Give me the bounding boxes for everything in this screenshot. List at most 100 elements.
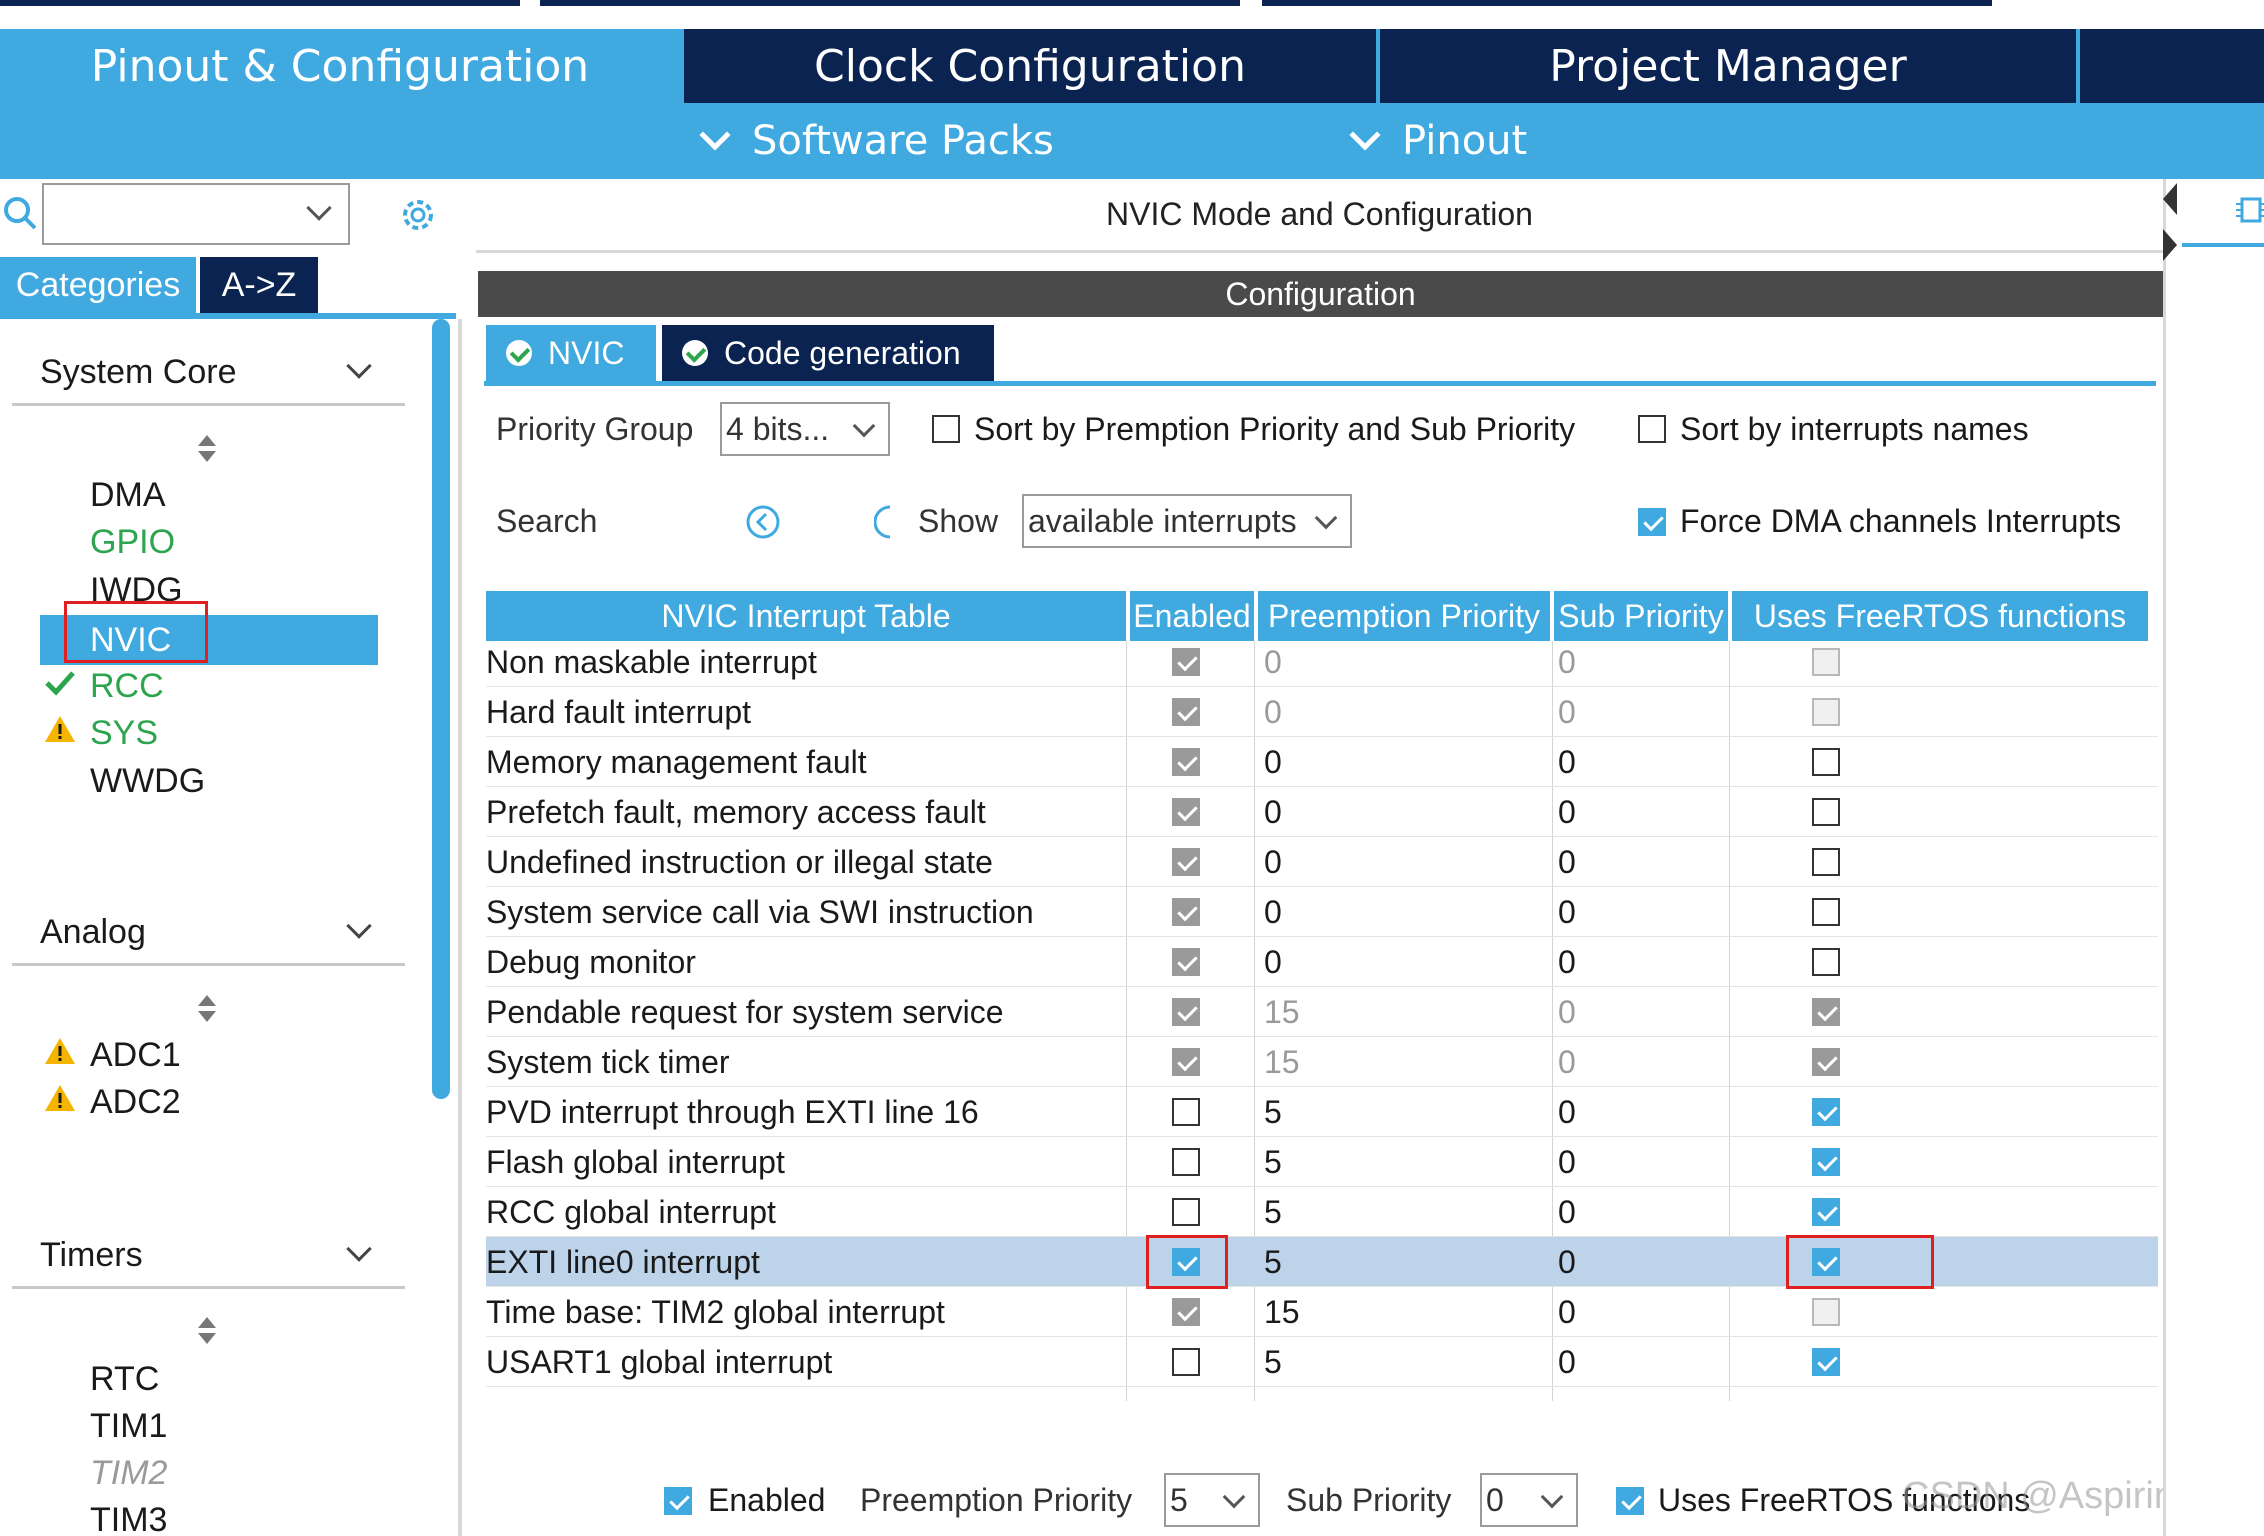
table-row[interactable]: Debug monitor 0 0	[486, 937, 2158, 987]
sort-icon[interactable]	[196, 1317, 218, 1347]
left-scrollbar[interactable]	[432, 319, 450, 1536]
search-next-icon[interactable]	[874, 503, 894, 541]
freertos-checkbox[interactable]	[1812, 848, 1840, 876]
preemption-priority-cell[interactable]: 0	[1264, 887, 1544, 937]
sort-icon[interactable]	[196, 435, 218, 465]
sub-priority-cell[interactable]: 0	[1558, 887, 1718, 937]
sub-priority-cell[interactable]: 0	[1558, 637, 1718, 687]
category-item-adc2[interactable]: ADC2	[90, 1079, 181, 1125]
freertos-checkbox[interactable]	[1812, 748, 1840, 776]
chevron-down-icon[interactable]	[346, 353, 372, 379]
category-item-sys[interactable]: SYS	[90, 710, 158, 756]
table-row[interactable]: Pendable request for system service 15 0	[486, 987, 2158, 1037]
sub-priority-cell[interactable]: 0	[1558, 837, 1718, 887]
freertos-checkbox[interactable]	[1812, 1298, 1840, 1326]
sort-icon[interactable]	[196, 995, 218, 1025]
tab-extra[interactable]	[2080, 29, 2264, 103]
freertos-checkbox[interactable]	[1812, 698, 1840, 726]
freertos-checkbox[interactable]	[1812, 998, 1840, 1026]
table-row[interactable]: Flash global interrupt 5 0	[486, 1137, 2158, 1187]
bottom-sub-select[interactable]: 0	[1480, 1473, 1578, 1527]
category-item-tim2[interactable]: TIM2	[90, 1450, 167, 1496]
chip-icon[interactable]	[2236, 193, 2264, 227]
category-item-adc1[interactable]: ADC1	[90, 1032, 181, 1078]
freertos-checkbox[interactable]	[1812, 1048, 1840, 1076]
tab-project-manager[interactable]: Project Manager	[1380, 29, 2076, 103]
preemption-priority-cell[interactable]: 0	[1264, 937, 1544, 987]
gear-icon[interactable]	[396, 193, 440, 237]
priority-group-select[interactable]: 4 bits...	[720, 402, 890, 456]
preemption-priority-cell[interactable]: 5	[1264, 1137, 1544, 1187]
category-item-wwdg[interactable]: WWDG	[90, 758, 205, 804]
sub-priority-cell[interactable]: 0	[1558, 1087, 1718, 1137]
bottom-freertos-checkbox[interactable]	[1616, 1487, 1644, 1515]
category-item-gpio[interactable]: GPIO	[90, 519, 175, 565]
tab-a-to-z[interactable]: A->Z	[200, 257, 318, 313]
sub-priority-cell[interactable]: 0	[1558, 787, 1718, 837]
sub-priority-cell[interactable]: 0	[1558, 987, 1718, 1037]
tab-clock-configuration[interactable]: Clock Configuration	[684, 29, 1376, 103]
force-dma-checkbox[interactable]	[1638, 508, 1666, 536]
enabled-checkbox[interactable]	[1172, 1098, 1200, 1126]
table-row[interactable]: System service call via SWI instruction 0…	[486, 887, 2158, 937]
enabled-checkbox[interactable]	[1172, 998, 1200, 1026]
col-header-preemption[interactable]: Preemption Priority	[1258, 591, 1550, 641]
tab-pinout-configuration[interactable]: Pinout & Configuration	[0, 29, 680, 103]
table-row[interactable]: Prefetch fault, memory access fault 0 0	[486, 787, 2158, 837]
preemption-priority-cell[interactable]: 0	[1264, 737, 1544, 787]
col-header-name[interactable]: NVIC Interrupt Table	[486, 591, 1126, 641]
category-analog[interactable]: Analog	[40, 913, 146, 952]
table-row[interactable]: Undefined instruction or illegal state 0 0	[486, 837, 2158, 887]
show-select[interactable]: available interrupts	[1022, 494, 1352, 548]
enabled-checkbox[interactable]	[1172, 1148, 1200, 1176]
table-row[interactable]: Memory management fault 0 0	[486, 737, 2158, 787]
freertos-checkbox[interactable]	[1812, 1348, 1840, 1376]
sub-priority-cell[interactable]: 0	[1558, 737, 1718, 787]
tab-nvic[interactable]: NVIC	[486, 325, 656, 381]
preemption-priority-cell[interactable]: 0	[1264, 787, 1544, 837]
preemption-priority-cell[interactable]: 0	[1264, 687, 1544, 737]
preemption-priority-cell[interactable]: 15	[1264, 987, 1544, 1037]
freertos-checkbox[interactable]	[1812, 898, 1840, 926]
enabled-checkbox[interactable]	[1172, 1048, 1200, 1076]
category-item-rtc[interactable]: RTC	[90, 1356, 159, 1402]
enabled-checkbox[interactable]	[1172, 948, 1200, 976]
preemption-priority-cell[interactable]: 15	[1264, 1287, 1544, 1337]
category-item-rcc[interactable]: RCC	[90, 663, 164, 709]
category-item-tim3[interactable]: TIM3	[90, 1497, 167, 1536]
sub-priority-cell[interactable]: 0	[1558, 937, 1718, 987]
table-row[interactable]: Non maskable interrupt 0 0	[486, 637, 2158, 687]
expand-right-icon[interactable]	[2163, 229, 2177, 261]
col-header-freertos[interactable]: Uses FreeRTOS functions	[1732, 591, 2148, 641]
sub-priority-cell[interactable]: 0	[1558, 1337, 1718, 1387]
sub-priority-cell[interactable]: 0	[1558, 1237, 1718, 1287]
table-row[interactable]: USART1 global interrupt 5 0	[486, 1337, 2158, 1387]
preemption-priority-cell[interactable]: 5	[1264, 1087, 1544, 1137]
sub-priority-cell[interactable]: 0	[1558, 1287, 1718, 1337]
sub-priority-cell[interactable]: 0	[1558, 1037, 1718, 1087]
search-prev-icon[interactable]	[744, 503, 782, 541]
table-row[interactable]: Hard fault interrupt 0 0	[486, 687, 2158, 737]
enabled-checkbox[interactable]	[1172, 1198, 1200, 1226]
col-header-enabled[interactable]: Enabled	[1130, 591, 1254, 641]
search-icon[interactable]	[2, 195, 38, 231]
enabled-checkbox[interactable]	[1172, 848, 1200, 876]
preemption-priority-cell[interactable]: 0	[1264, 637, 1544, 687]
bottom-preemption-select[interactable]: 5	[1164, 1473, 1260, 1527]
sort-premption-checkbox[interactable]	[932, 415, 960, 443]
tab-categories[interactable]: Categories	[0, 257, 196, 313]
bottom-enabled-checkbox[interactable]	[664, 1487, 692, 1515]
col-header-sub[interactable]: Sub Priority	[1554, 591, 1728, 641]
tab-code-generation[interactable]: Code generation	[662, 325, 994, 381]
freertos-checkbox[interactable]	[1812, 1098, 1840, 1126]
sub-priority-cell[interactable]: 0	[1558, 1137, 1718, 1187]
chevron-down-icon[interactable]	[346, 913, 372, 939]
enabled-checkbox[interactable]	[1172, 698, 1200, 726]
software-packs-menu[interactable]: Software Packs	[699, 103, 1054, 179]
freertos-checkbox[interactable]	[1812, 648, 1840, 676]
collapse-left-icon[interactable]	[2163, 183, 2177, 215]
enabled-checkbox[interactable]	[1172, 648, 1200, 676]
preemption-priority-cell[interactable]: 5	[1264, 1237, 1544, 1287]
enabled-checkbox[interactable]	[1172, 1348, 1200, 1376]
category-search-combo[interactable]	[42, 183, 350, 245]
